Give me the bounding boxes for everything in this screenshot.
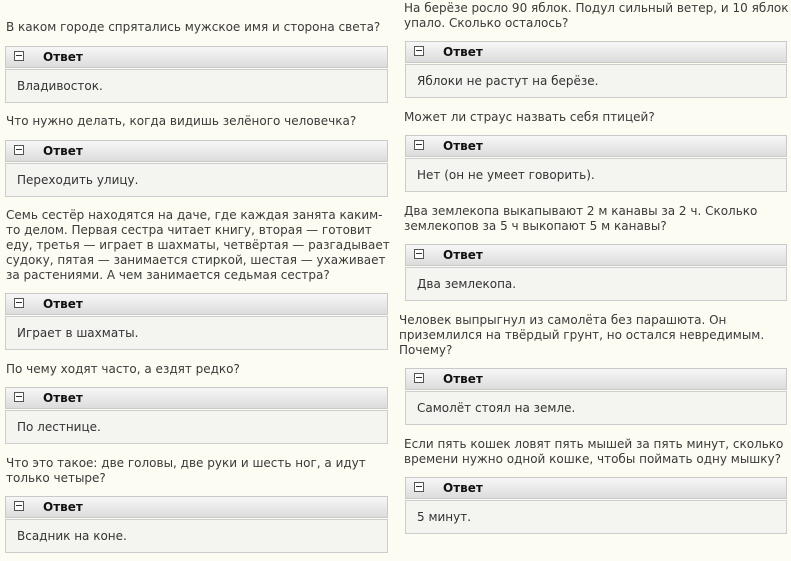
question-text: В каком городе спрятались мужское имя и …: [6, 20, 381, 34]
answer-label: Ответ: [443, 248, 483, 262]
answer-toggle-header[interactable]: Ответ: [5, 140, 388, 162]
question-text: Если пять кошек ловят пять мышей за пять…: [404, 437, 784, 466]
answer-label: Ответ: [443, 481, 483, 495]
collapse-icon[interactable]: [414, 482, 424, 492]
collapse-icon[interactable]: [14, 298, 24, 308]
answer-toggle-header[interactable]: Ответ: [5, 293, 388, 315]
answer-toggle-header[interactable]: Ответ: [5, 387, 388, 409]
answer-text: Самолёт стоял на земле.: [405, 391, 787, 425]
answer-toggle-header[interactable]: Ответ: [405, 244, 787, 266]
answer-text: Играет в шахматы.: [5, 316, 388, 350]
answer-label: Ответ: [43, 50, 83, 64]
answer-text: Два землекопа.: [405, 267, 787, 301]
answer-toggle-header[interactable]: Ответ: [405, 135, 787, 157]
answer-toggle-header[interactable]: Ответ: [405, 477, 787, 499]
answer-label: Ответ: [43, 391, 83, 405]
answer-toggle-header[interactable]: Ответ: [405, 41, 787, 63]
question-text: Что нужно делать, когда видишь зелёного …: [6, 114, 357, 128]
collapse-icon[interactable]: [414, 140, 424, 150]
question-text: Два землекопа выкапывают 2 м канавы за 2…: [404, 204, 758, 233]
question-text: Что это такое: две головы, две руки и ше…: [6, 456, 366, 485]
answer-text: Нет (он не умеет говорить).: [405, 158, 787, 192]
answer-label: Ответ: [443, 45, 483, 59]
answer-toggle-header[interactable]: Ответ: [405, 368, 787, 390]
answer-label: Ответ: [43, 144, 83, 158]
question-text: По чему ходят часто, а ездят редко?: [6, 362, 240, 376]
question-text: Может ли страус назвать себя птицей?: [404, 110, 655, 124]
question-text: Семь сестёр находятся на даче, где кажда…: [6, 208, 390, 282]
collapse-icon[interactable]: [414, 373, 424, 383]
question-text: На берёзе росло 90 яблок. Подул сильный …: [404, 1, 789, 30]
answer-label: Ответ: [43, 500, 83, 514]
answer-text: Владивосток.: [5, 69, 388, 103]
collapse-icon[interactable]: [14, 51, 24, 61]
collapse-icon[interactable]: [14, 501, 24, 511]
answer-text: По лестнице.: [5, 410, 388, 444]
answer-text: Всадник на коне.: [5, 519, 388, 553]
collapse-icon[interactable]: [414, 249, 424, 259]
answer-text: Яблоки не растут на берёзе.: [405, 64, 787, 98]
answer-label: Ответ: [443, 139, 483, 153]
answer-label: Ответ: [443, 372, 483, 386]
answer-text: Переходить улицу.: [5, 163, 388, 197]
answer-text: 5 минут.: [405, 500, 787, 534]
collapse-icon[interactable]: [414, 46, 424, 56]
answer-toggle-header[interactable]: Ответ: [5, 46, 388, 68]
question-text: Человек выпрыгнул из самолёта без парашю…: [399, 313, 765, 357]
answer-toggle-header[interactable]: Ответ: [5, 496, 388, 518]
collapse-icon[interactable]: [14, 145, 24, 155]
collapse-icon[interactable]: [14, 392, 24, 402]
answer-label: Ответ: [43, 297, 83, 311]
